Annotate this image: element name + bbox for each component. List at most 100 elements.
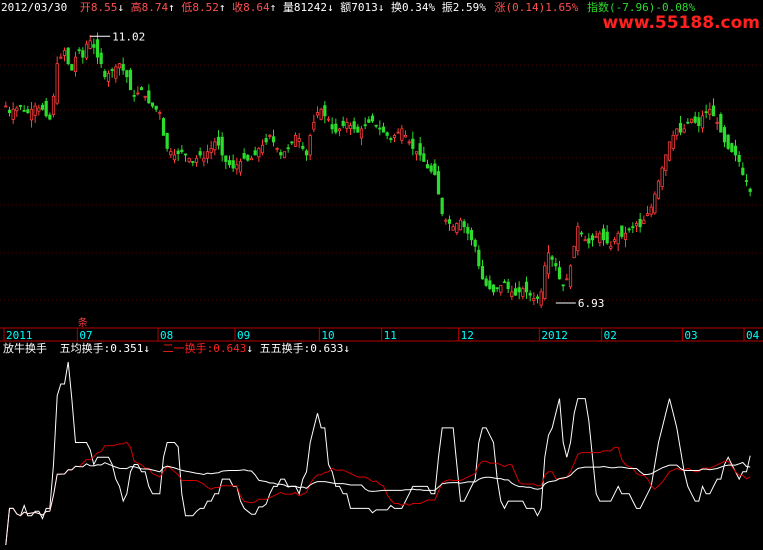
header-amount-label: 额	[340, 1, 351, 14]
candle-body	[51, 95, 56, 116]
candle-body	[748, 188, 752, 192]
header-date: 2012/03/30	[1, 1, 67, 14]
candle-body	[4, 105, 8, 108]
candle-body	[275, 148, 279, 150]
candle-body	[568, 265, 573, 288]
candle-body	[455, 223, 459, 233]
candle-body	[634, 223, 639, 227]
candle-body	[587, 238, 591, 244]
candle-body	[154, 105, 158, 110]
candle-body	[260, 144, 265, 154]
x-axis-label: 12	[461, 329, 474, 342]
candle-body	[462, 221, 466, 228]
candle-body	[565, 278, 569, 281]
candle-body	[198, 151, 202, 156]
candle-body	[741, 167, 745, 175]
candle-body	[491, 284, 496, 293]
candle-body	[187, 157, 191, 163]
candle-body	[396, 131, 400, 134]
candle-body	[594, 236, 598, 238]
candle-body	[557, 267, 562, 280]
candle-body	[286, 147, 290, 150]
candle-body	[433, 163, 437, 175]
candle-body	[44, 100, 48, 117]
candle-body	[117, 63, 122, 69]
candle-body	[92, 44, 96, 48]
candle-body	[356, 126, 360, 133]
candle-body	[279, 152, 283, 156]
candle-body	[106, 73, 111, 82]
candle-body	[704, 111, 708, 114]
candle-body	[227, 160, 232, 166]
candle-body	[612, 239, 617, 242]
indicator-s2-value: 0.643	[213, 342, 246, 355]
candle-body	[414, 151, 419, 155]
candle-body	[169, 151, 173, 156]
candle-body	[649, 206, 653, 215]
candle-body	[737, 155, 741, 162]
candle-body	[590, 235, 595, 241]
candle-body	[172, 154, 177, 161]
header-volume-arrow: ↓	[327, 1, 334, 14]
candle-body	[411, 138, 415, 149]
candle-body	[403, 134, 408, 138]
candle-body	[216, 136, 221, 146]
candle-body	[601, 228, 606, 241]
candle-body	[726, 134, 730, 149]
indicator-s1-label: 五均换手	[60, 341, 104, 355]
candle-body	[700, 115, 705, 129]
candle-body	[392, 134, 397, 138]
candle-body	[22, 109, 26, 112]
header-turnover-label: 换	[391, 0, 402, 14]
candle-body	[480, 266, 485, 280]
candle-body	[213, 141, 217, 151]
indicator-s3-value: 0.633	[310, 342, 343, 355]
candle-body	[495, 287, 499, 290]
candle-body	[400, 128, 404, 141]
candle-body	[224, 155, 228, 162]
candle-body	[253, 150, 257, 156]
candle-body	[136, 92, 140, 95]
candle-body	[697, 117, 701, 127]
candle-body	[180, 149, 184, 153]
candle-body	[678, 122, 683, 133]
candle-body	[645, 213, 650, 216]
event-marker: 条	[78, 316, 88, 329]
candle-body	[444, 219, 448, 222]
x-axis-label: 03	[684, 329, 697, 342]
candle-body	[664, 154, 668, 172]
candle-body	[202, 157, 206, 162]
candle-body	[682, 128, 686, 133]
candle-body	[363, 124, 367, 127]
candle-body	[627, 228, 631, 231]
candle-body	[59, 56, 63, 59]
candle-body	[689, 118, 694, 124]
candle-body	[605, 231, 609, 244]
candle-body	[631, 226, 635, 229]
candle-body	[583, 239, 587, 242]
header-index-label: 指数	[587, 0, 609, 14]
x-axis-label: 10	[321, 329, 334, 342]
indicator-s2-arrow: ↓	[246, 342, 253, 355]
candle-body	[546, 252, 551, 275]
candle-body	[484, 278, 488, 286]
candle-body	[667, 141, 672, 161]
candle-body	[18, 105, 23, 107]
candle-body	[257, 148, 261, 158]
indicator-s3-label: 五五换手	[260, 341, 304, 355]
candle-body	[209, 148, 213, 153]
candle-body	[62, 50, 67, 56]
candle-body	[381, 126, 386, 133]
candle-body	[205, 151, 210, 159]
candle-body	[389, 138, 393, 140]
candle-body	[26, 109, 30, 113]
header-close-label: 收	[232, 0, 243, 14]
candle-body	[517, 287, 521, 293]
candle-body	[341, 120, 345, 127]
candle-body	[671, 134, 675, 149]
annotation-label: 6.93	[578, 297, 605, 310]
candle-body	[183, 153, 188, 156]
indicator-s3-arrow: ↓	[343, 342, 350, 355]
candle-body	[348, 125, 353, 129]
candle-body	[532, 298, 536, 301]
